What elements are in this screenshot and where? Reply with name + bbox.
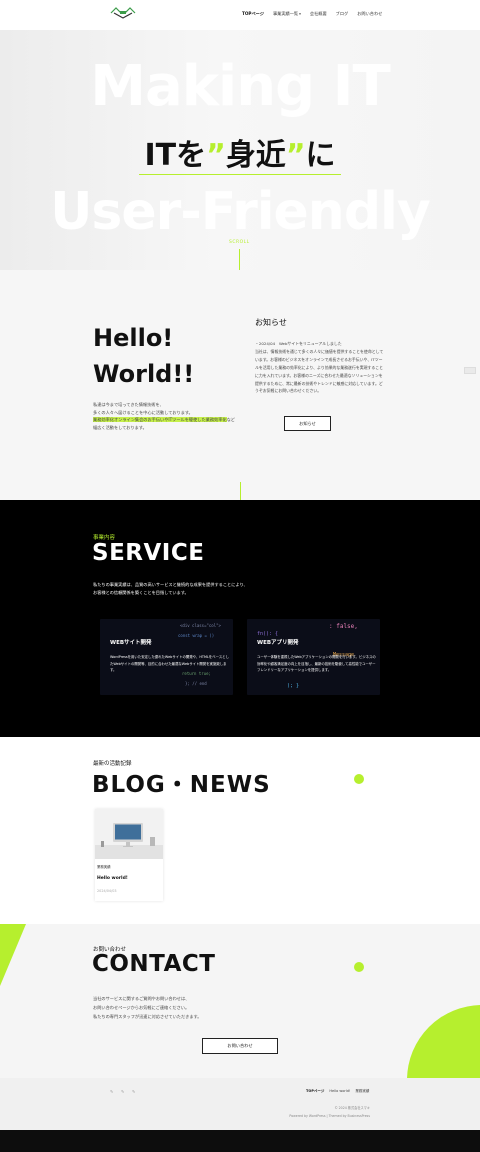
hero-bg-text-2: User-Friendly [50, 182, 431, 242]
service-card-text: ユーザー体験を重視したWebアプリケーションの開発を行います。ビジネスの効率化や… [257, 655, 376, 672]
blog-heading: BLOG・NEWS [92, 772, 271, 798]
contact-section: お問い合わせ CONTACT 当社のサービスに関するご質問やお問い合わせは、 お… [0, 924, 480, 1078]
catch-quote-open: ” [206, 138, 226, 173]
intro-desc-line-1: 私達は今まで培ってきた情報技術を、 [93, 402, 164, 407]
side-tab[interactable] [464, 367, 476, 374]
code-decoration: fn(): { [257, 631, 279, 637]
nav-contact[interactable]: お問い合わせ [357, 11, 382, 17]
main-nav: TOPページ 事業実績一覧▾ 会社概要 ブログ お問い合わせ [242, 11, 382, 17]
service-card-title: WEBアプリ開発 [257, 640, 299, 646]
news-button[interactable]: お知らせ [284, 416, 331, 431]
blog-section: 最新の活動記録 BLOG・NEWS 業務実績 Hello world! 2024… [0, 737, 480, 924]
intro-desc-line-3: 業務効率化オンライン集会のお手伝いやITツールを駆使した業務効率化など [93, 416, 243, 424]
intro-desc-line-2: 多くの人々へ届けることを中心に活動しております。 [93, 409, 193, 415]
social-icon[interactable]: ✎ [121, 1089, 127, 1094]
code-decoration: ); } [287, 683, 300, 689]
hero-section: Making IT User-Friendly ITを”身近”に SCROLL [0, 30, 480, 270]
hero-catchphrase: ITを”身近”に [0, 130, 480, 174]
chevron-down-icon: ▾ [299, 12, 301, 16]
social-links: ✎ ✎ ✎ [110, 1089, 138, 1094]
service-card-text: WordPressを用いた安定した優れたWebサイトの開発や、HTMLをベースと… [110, 655, 229, 672]
code-decoration: : false, [329, 623, 358, 630]
footer-nav-hello[interactable]: Hello world! [329, 1089, 350, 1094]
bottom-bar [0, 1130, 480, 1152]
contact-desc-line-2: お問い合わせページからお気軽にご連絡ください。 [93, 1005, 190, 1010]
service-section: 事業内容 SERVICE 私たちの事業実績は、品質の高いサービスと継続的な成果を… [0, 500, 480, 737]
blog-post-date: 2024/04/03 [97, 889, 117, 893]
intro-desc-line-4: 幅広く活動をしております。 [93, 425, 147, 431]
accent-dot [354, 774, 364, 784]
service-card-web[interactable]: <div class="col"> const wrap = () return… [100, 619, 233, 695]
powered-by: Powered by WordPress | Themed by Busines… [289, 1114, 370, 1118]
footer-nav-works[interactable]: 業務実績 [355, 1089, 369, 1094]
service-card-title: WEBサイト開発 [110, 640, 152, 646]
nav-company[interactable]: 会社概要 [310, 11, 327, 17]
catch-underline [139, 174, 341, 175]
hello-heading: Hello! World!! [93, 320, 194, 392]
contact-heading: CONTACT [92, 951, 216, 977]
catch-pre: ITを [144, 138, 207, 173]
intro-desc-tail: など [226, 417, 235, 423]
blog-post-title[interactable]: Hello world! [97, 876, 128, 881]
site-footer: ✎ ✎ ✎ TOPページ Hello world! 業務実績 © 2024 株式… [0, 1078, 480, 1130]
code-decoration: }; // end [185, 681, 207, 686]
nav-works-label: 事業実績一覧 [272, 11, 299, 16]
intro-description: 私達は今まで培ってきた情報技術を、 多くの人々へ届けることを中心に活動しておりま… [93, 401, 243, 432]
section-divider-line [240, 482, 241, 500]
footer-nav-top[interactable]: TOPページ [306, 1089, 324, 1094]
catch-mid: 身近 [225, 138, 286, 173]
code-decoration: const wrap = () [178, 633, 215, 638]
footer-nav: TOPページ Hello world! 業務実績 [306, 1089, 369, 1094]
blog-post-thumbnail [95, 809, 163, 859]
catch-post: に [305, 138, 336, 173]
contact-desc-line-1: 当社のサービスに関するご質問やお問い合わせは、 [93, 996, 190, 1001]
news-item: ・2024/04 Webサイトをリニューアルしました [255, 341, 342, 346]
blog-post-card[interactable]: 業務実績 Hello world! 2024/04/03 [95, 809, 163, 901]
scroll-label[interactable]: SCROLL [229, 240, 250, 245]
intro-highlight: 業務効率化オンライン集会のお手伝いやITツールを駆使した業務効率化 [93, 417, 227, 423]
service-desc-line-1: 私たちの事業実績は、品質の高いサービスと継続的な成果を提供することにより、 [93, 582, 248, 587]
service-description: 私たちの事業実績は、品質の高いサービスと継続的な成果を提供することにより、 お客… [93, 581, 293, 597]
accent-dot [354, 962, 364, 972]
hello-line-2: World!! [93, 360, 195, 388]
hero-bg-text-1: Making IT [90, 54, 390, 119]
service-desc-line-2: お客様との信頼関係を築くことを目指しています。 [93, 590, 189, 595]
hello-line-1: Hello! [93, 324, 174, 352]
service-card-app[interactable]: : false, Message fn(): { ); } WEBアプリ開発 ユ… [247, 619, 380, 695]
decorative-circle [407, 1005, 480, 1078]
site-header: TOPページ 事業実績一覧▾ 会社概要 ブログ お問い合わせ [0, 0, 480, 30]
nav-works[interactable]: 事業実績一覧▾ [273, 11, 301, 17]
contact-description: 当社のサービスに関するご質問やお問い合わせは、 お問い合わせページからお気軽にご… [93, 994, 293, 1021]
scroll-indicator [239, 249, 240, 270]
monitor-image [95, 809, 163, 859]
catch-quote-close: ” [285, 138, 306, 173]
social-icon[interactable]: ✎ [132, 1089, 138, 1094]
blog-post-category[interactable]: 業務実績 [97, 864, 111, 869]
news-body: ・2024/04 Webサイトをリニューアルしました 当社は、情報技術を通じて多… [255, 340, 385, 395]
site-logo[interactable] [110, 6, 136, 20]
intro-section: Hello! World!! 私達は今まで培ってきた情報技術を、 多くの人々へ届… [0, 270, 480, 500]
copyright: © 2024 株式会社スマキ [334, 1106, 370, 1110]
news-text: 当社は、情報技術を通じて多くの人々に価値を提供することを使命としています。お客様… [255, 348, 384, 394]
contact-button[interactable]: お問い合わせ [202, 1038, 278, 1054]
decorative-shape [0, 924, 26, 986]
service-heading: SERVICE [92, 540, 205, 566]
code-decoration: <div class="col"> [180, 623, 221, 628]
social-icon[interactable]: ✎ [110, 1089, 116, 1094]
news-heading: お知らせ [255, 318, 287, 327]
nav-top[interactable]: TOPページ [242, 11, 264, 17]
contact-desc-line-3: 私たちの専門スタッフが迅速に対応させていただきます。 [93, 1014, 202, 1019]
nav-blog[interactable]: ブログ [336, 11, 349, 17]
